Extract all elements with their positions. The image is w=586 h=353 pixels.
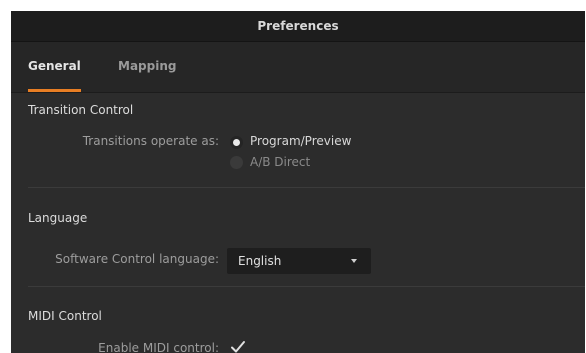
tab-mapping-label: Mapping [118,59,177,73]
tab-bar: General Mapping [11,42,585,93]
transition-control-heading: Transition Control [28,103,134,117]
language-select[interactable]: English [227,248,371,274]
language-heading: Language [28,211,88,225]
active-tab-indicator [28,89,81,92]
preferences-window: Preferences General Mapping Transition C… [11,11,585,353]
section-divider [28,286,585,287]
enable-midi-checkbox[interactable] [230,339,246,353]
checkmark-icon [231,341,245,353]
ab-direct-radio[interactable] [230,156,243,169]
general-panel: Transition Control Transitions operate a… [11,93,585,353]
program-preview-label[interactable]: Program/Preview [250,134,351,148]
title-bar: Preferences [11,11,585,42]
chevron-down-icon [351,259,357,263]
language-select-value: English [238,254,282,268]
section-divider [28,187,585,188]
tab-mapping[interactable]: Mapping [118,59,176,92]
program-preview-radio[interactable] [230,136,243,149]
midi-control-heading: MIDI Control [28,309,102,323]
window-title: Preferences [257,19,339,33]
tab-general[interactable]: General [28,59,81,92]
tab-general-label: General [28,59,81,73]
ab-direct-label[interactable]: A/B Direct [250,155,310,169]
transitions-operate-label: Transitions operate as: [82,134,219,148]
software-control-language-label: Software Control language: [55,252,219,266]
enable-midi-control-label: Enable MIDI control: [98,341,219,353]
